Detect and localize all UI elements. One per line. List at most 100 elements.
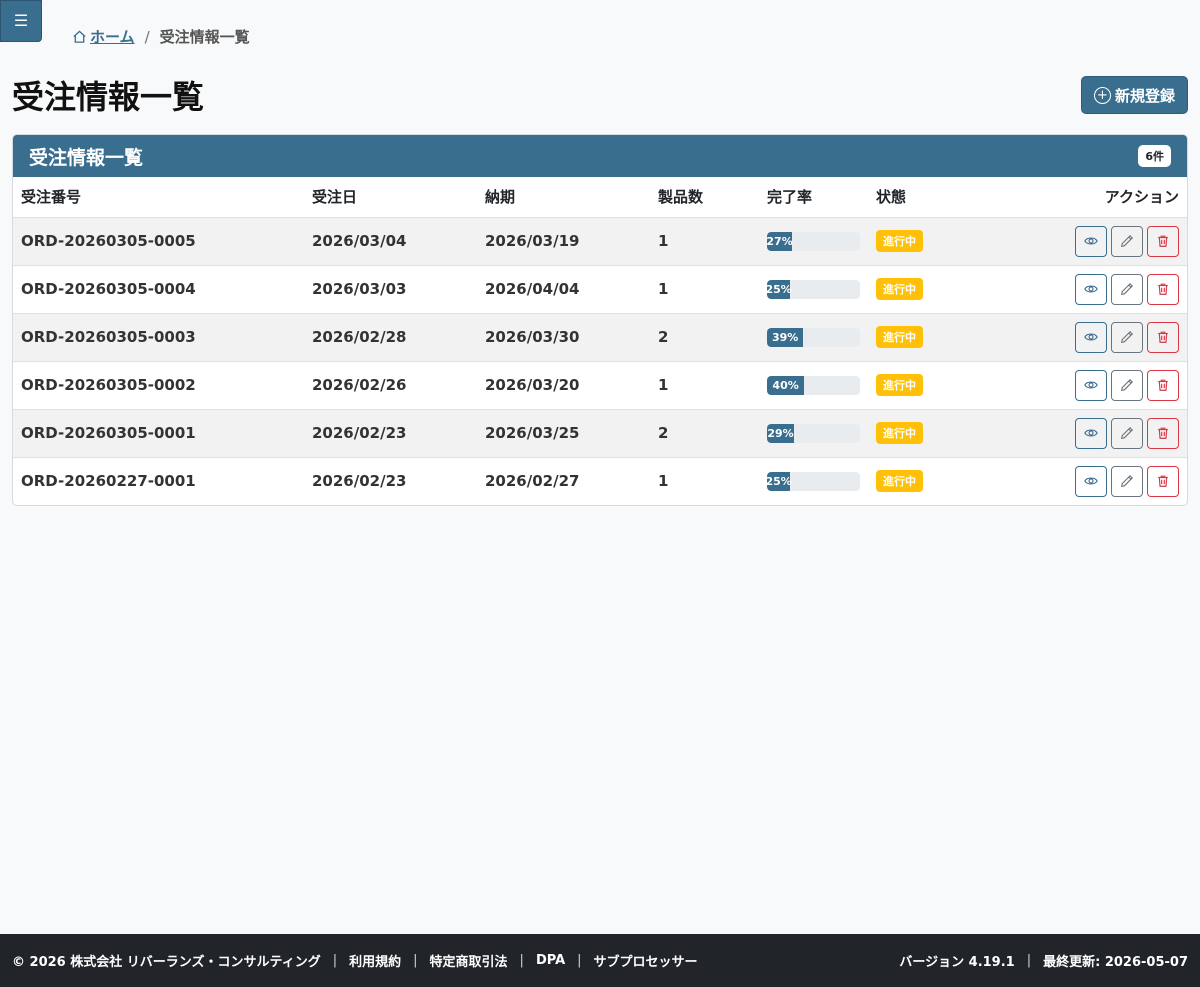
footer-copyright: © 2026 株式会社 リバーランズ・コンサルティング [12,955,321,970]
status-badge: 進行中 [876,374,923,396]
actions-cell [998,409,1187,458]
breadcrumb: ホーム / 受注情報一覧 [72,26,250,47]
edit-button[interactable] [1111,369,1143,401]
actions-cell [998,217,1187,266]
progress-cell: 40% [759,361,868,410]
col-status[interactable]: 状態 [868,177,998,218]
eye-icon [1084,429,1098,437]
new-order-button[interactable]: + 新規登録 [1080,76,1188,114]
col-products[interactable]: 製品数 [650,177,759,218]
eye-icon [1084,477,1098,485]
view-button[interactable] [1075,273,1107,305]
footer-link-terms[interactable]: 利用規約 [349,951,401,970]
due-date-cell: 2026/04/04 [477,265,650,314]
actions-cell [998,313,1187,362]
breadcrumb-separator: / [144,27,150,46]
footer-separator: | [519,953,524,968]
progress-bar: 40% [767,375,805,395]
order-no-cell: ORD-20260305-0001 [13,409,304,458]
products-cell: 2 [650,313,759,362]
footer-version: バージョン 4.19.1 [899,955,1015,970]
edit-button[interactable] [1111,273,1143,305]
edit-button[interactable] [1111,225,1143,257]
order-date-cell: 2026/02/23 [304,409,477,458]
edit-button[interactable] [1111,321,1143,353]
view-button[interactable] [1075,465,1107,497]
pencil-icon [1121,475,1134,488]
edit-button[interactable] [1111,417,1143,449]
progress-bar: 39% [767,327,804,347]
col-order-no[interactable]: 受注番号 [13,177,304,218]
table-row: ORD-20260305-0004 2026/03/03 2026/04/04 1 25… [13,265,1187,314]
pencil-icon [1121,330,1134,343]
edit-button[interactable] [1111,465,1143,497]
col-order-date[interactable]: 受注日 [304,177,477,218]
order-date-cell: 2026/03/03 [304,265,477,314]
footer-link-dpa[interactable]: DPA [536,953,565,968]
pencil-icon [1121,426,1134,439]
progress-cell: 25% [759,457,868,505]
view-button[interactable] [1075,225,1107,257]
pencil-icon [1121,378,1134,391]
breadcrumb-home-link[interactable]: ホーム [72,26,135,47]
status-cell: 進行中 [868,217,998,266]
pencil-icon [1121,234,1134,247]
status-badge: 進行中 [876,470,923,493]
actions-cell [998,457,1187,505]
progress-cell: 39% [759,313,868,362]
trash-icon [1158,379,1168,391]
trash-icon [1158,427,1168,439]
delete-button[interactable] [1147,273,1179,305]
order-no-cell: ORD-20260227-0001 [21,472,196,491]
status-badge: 進行中 [876,422,923,444]
footer-updated: 最終更新: 2026-05-07 [1043,955,1188,970]
progress-track: 25% [767,279,860,299]
progress-cell: 25% [759,265,868,314]
table-row: ORD-20260305-0003 2026/02/28 2026/03/30 2 39… [13,313,1187,362]
plus-circle-icon: + [1093,86,1111,104]
status-cell: 進行中 [868,313,998,362]
progress-track: 27% [767,231,860,251]
footer-link-commerce-law[interactable]: 特定商取引法 [430,951,508,970]
due-date-cell: 2026/03/20 [477,361,650,410]
pencil-icon [1121,282,1134,295]
due-date-cell: 2026/03/25 [477,409,650,458]
card-header: 受注情報一覧 6件 [13,135,1187,177]
table-row: ORD-20260305-0005 2026/03/04 2026/03/19 1 27… [13,217,1187,266]
delete-button[interactable] [1147,321,1179,353]
card-title: 受注情報一覧 [29,146,144,169]
breadcrumb-home-label: ホーム [90,28,135,46]
products-cell: 1 [650,265,759,314]
products-cell: 1 [658,472,669,491]
actions-cell [998,265,1187,314]
table-row: ORD-20260305-0001 2026/02/23 2026/03/25 2 29… [13,409,1187,458]
footer-link-subprocessors[interactable]: サブプロセッサー [594,951,698,970]
trash-icon [1158,283,1168,295]
home-icon [73,30,86,43]
footer-separator: | [577,953,582,968]
col-actions: アクション [998,177,1187,218]
trash-icon [1158,475,1168,488]
progress-track: 40% [767,375,860,395]
delete-button[interactable] [1147,369,1179,401]
col-progress[interactable]: 完了率 [759,177,868,218]
view-button[interactable] [1075,369,1107,401]
order-no-cell: ORD-20260305-0003 [13,313,304,362]
menu-toggle-button[interactable]: ☰ [0,0,42,42]
trash-icon [1158,331,1168,343]
page-title: 受注情報一覧 [12,78,205,116]
col-due-date[interactable]: 納期 [477,177,650,218]
view-button[interactable] [1075,417,1107,449]
delete-button[interactable] [1147,465,1179,497]
footer-separator: | [332,953,338,968]
delete-button[interactable] [1147,225,1179,257]
delete-button[interactable] [1147,417,1179,449]
order-no-cell: ORD-20260305-0004 [13,265,304,314]
view-button[interactable] [1075,321,1107,353]
status-badge: 進行中 [876,326,923,348]
order-date-cell: 2026/02/26 [304,361,477,410]
order-no-cell: ORD-20260305-0005 [13,217,304,266]
order-no-cell: ORD-20260305-0002 [13,361,304,410]
progress-bar: 25% [767,471,792,491]
count-badge: 6件 [1138,145,1171,167]
